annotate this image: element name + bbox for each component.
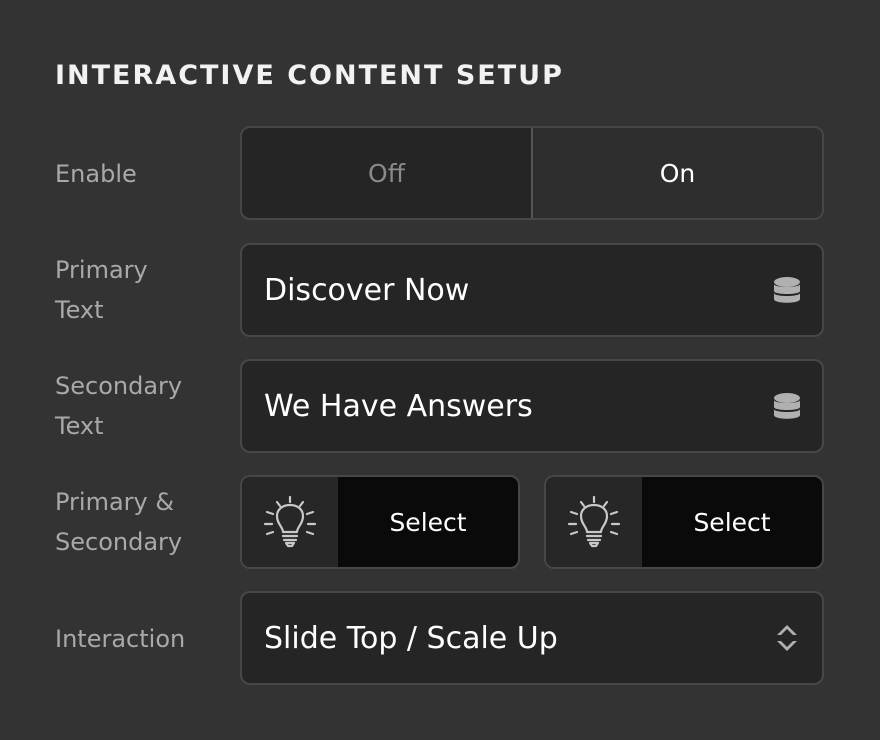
up-down-arrows-icon bbox=[774, 620, 800, 656]
secondary-text-label-line2: Text bbox=[55, 412, 104, 440]
secondary-select-button[interactable]: Select bbox=[544, 475, 824, 569]
enable-label: Enable bbox=[55, 154, 230, 194]
primary-text-label: Primary Text bbox=[55, 250, 230, 330]
interaction-select[interactable]: Slide Top / Scale Up bbox=[240, 591, 824, 685]
primary-secondary-label-line2: Secondary bbox=[55, 528, 183, 556]
interaction-label-text: Interaction bbox=[55, 625, 186, 653]
secondary-select-label: Select bbox=[693, 507, 771, 537]
primary-text-value: Discover Now bbox=[264, 272, 470, 308]
primary-secondary-label-line1: Primary & bbox=[55, 488, 175, 516]
enable-label-text: Enable bbox=[55, 160, 137, 188]
lightbulb-icon bbox=[546, 477, 642, 567]
secondary-text-label-line1: Secondary bbox=[55, 372, 183, 400]
enable-toggle[interactable]: Off On bbox=[240, 126, 824, 220]
primary-secondary-label: Primary & Secondary bbox=[55, 482, 230, 562]
database-icon[interactable] bbox=[772, 275, 802, 305]
enable-off-option[interactable]: Off bbox=[242, 128, 531, 218]
panel-title: INTERACTIVE CONTENT SETUP bbox=[55, 60, 564, 91]
primary-text-label-line2: Text bbox=[55, 296, 104, 324]
enable-on-option[interactable]: On bbox=[531, 128, 822, 218]
primary-select-label: Select bbox=[389, 507, 467, 537]
primary-select-button[interactable]: Select bbox=[240, 475, 520, 569]
primary-text-field[interactable]: Discover Now bbox=[240, 243, 824, 337]
secondary-text-field[interactable]: We Have Answers bbox=[240, 359, 824, 453]
primary-text-label-line1: Primary bbox=[55, 256, 148, 284]
lightbulb-icon bbox=[242, 477, 338, 567]
database-icon[interactable] bbox=[772, 391, 802, 421]
interaction-value: Slide Top / Scale Up bbox=[264, 620, 558, 656]
secondary-text-label: Secondary Text bbox=[55, 366, 230, 446]
interaction-label: Interaction bbox=[55, 619, 230, 659]
secondary-text-value: We Have Answers bbox=[264, 388, 533, 424]
